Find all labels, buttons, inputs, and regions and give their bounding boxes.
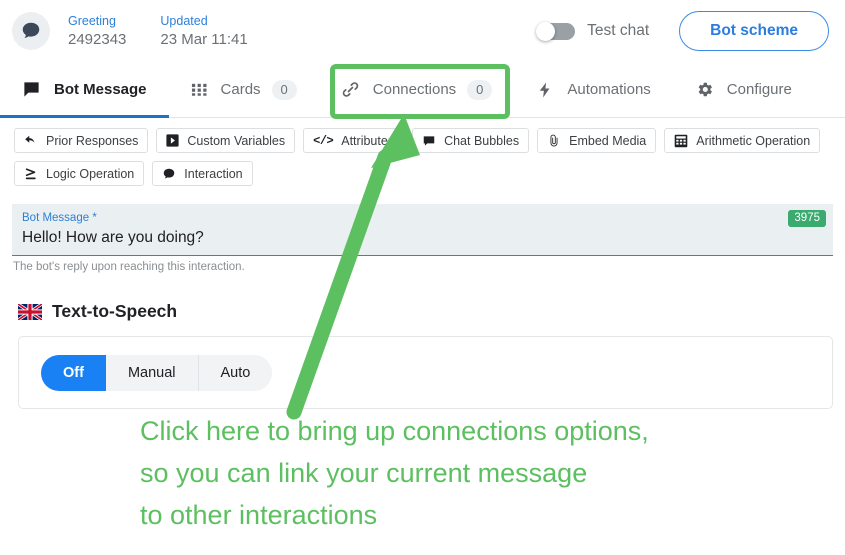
tab-configure-label: Configure xyxy=(726,81,792,98)
chip-arithmetic-operation[interactable]: Arithmetic Operation xyxy=(664,128,821,153)
annotation-line-1: Click here to bring up connections optio… xyxy=(140,416,649,446)
tts-option-off[interactable]: Off xyxy=(41,354,106,391)
meta-updated: Updated 23 Mar 11:41 xyxy=(160,13,247,50)
undo-arrow-icon xyxy=(24,134,38,148)
lightning-bolt-icon xyxy=(536,81,554,99)
chip-chat-bubbles[interactable]: Chat Bubbles xyxy=(412,128,530,153)
chip-embed-media-label: Embed Media xyxy=(569,133,647,148)
annotation-text: Click here to bring up connections optio… xyxy=(140,410,649,536)
chip-logic-operation[interactable]: Logic Operation xyxy=(14,161,145,186)
tab-connections-badge: 0 xyxy=(467,79,493,100)
tts-option-auto[interactable]: Auto xyxy=(198,354,273,391)
meta-updated-value: 23 Mar 11:41 xyxy=(160,30,248,48)
tab-automations-label: Automations xyxy=(567,81,651,98)
bot-message-input[interactable]: Hello! How are you doing? xyxy=(22,227,823,249)
uk-flag-icon xyxy=(18,303,42,320)
insert-toolbar: Prior Responses Custom Variables </> Att… xyxy=(0,118,840,186)
gear-icon xyxy=(695,80,714,99)
meta-greeting-label: Greeting xyxy=(68,13,116,28)
chat-bubble-icon xyxy=(22,80,41,99)
tab-cards-label: Cards xyxy=(220,81,261,98)
tab-bot-message[interactable]: Bot Message xyxy=(0,62,169,118)
tts-card: Off Manual Auto xyxy=(18,336,833,409)
chat-bubble-icon xyxy=(20,20,42,42)
tab-configure[interactable]: Configure xyxy=(673,62,814,117)
header-actions: Test chat Bot scheme xyxy=(536,11,829,51)
tab-automations[interactable]: Automations xyxy=(514,62,672,117)
play-box-icon xyxy=(166,134,179,147)
chip-prior-responses-label: Prior Responses xyxy=(46,133,139,148)
character-counter-badge: 3975 xyxy=(788,210,826,227)
tab-cards[interactable]: Cards 0 xyxy=(169,62,319,117)
tab-connections-label: Connections xyxy=(372,81,457,98)
meta-updated-label: Updated xyxy=(160,13,208,28)
paperclip-icon xyxy=(547,134,561,148)
code-brackets-icon: </> xyxy=(313,133,334,148)
chip-custom-variables[interactable]: Custom Variables xyxy=(156,128,296,153)
bot-scheme-button[interactable]: Bot scheme xyxy=(679,11,829,51)
meta-greeting-value: 2492343 xyxy=(68,30,127,48)
chip-chat-bubbles-label: Chat Bubbles xyxy=(444,133,520,148)
test-chat-toggle[interactable] xyxy=(536,21,576,41)
calculator-icon xyxy=(674,134,688,148)
chip-prior-responses[interactable]: Prior Responses xyxy=(14,128,149,153)
greater-equal-icon xyxy=(24,167,38,181)
tab-bot-message-label: Bot Message xyxy=(54,81,147,98)
chip-arithmetic-operation-label: Arithmetic Operation xyxy=(696,133,811,148)
chip-logic-operation-label: Logic Operation xyxy=(46,166,135,181)
bot-message-label: Bot Message * xyxy=(22,212,97,224)
header-meta-group: Greeting 2492343 Updated 23 Mar 11:41 xyxy=(68,13,282,50)
tab-bar: Bot Message Cards 0 Connections 0 Automa… xyxy=(0,62,845,118)
tts-option-manual[interactable]: Manual xyxy=(105,354,199,391)
app-header: Greeting 2492343 Updated 23 Mar 11:41 Te… xyxy=(0,0,845,62)
avatar xyxy=(12,12,50,50)
speech-bubble-icon xyxy=(162,167,176,181)
chip-attributes-label: Attributes xyxy=(341,133,395,148)
chat-bubble-icon xyxy=(422,134,436,148)
chip-attributes[interactable]: </> Attributes xyxy=(303,128,405,153)
chip-interaction[interactable]: Interaction xyxy=(152,161,253,186)
test-chat-label: Test chat xyxy=(587,22,650,39)
chip-custom-variables-label: Custom Variables xyxy=(187,133,286,148)
link-chain-icon xyxy=(341,80,360,99)
tts-mode-segmented-control: Off Manual Auto xyxy=(41,354,273,391)
annotation-line-3: to other interactions xyxy=(140,500,378,530)
tts-title-label: Text-to-Speech xyxy=(52,301,178,321)
tab-connections[interactable]: Connections 0 xyxy=(319,62,515,117)
bot-message-help-text: The bot's reply upon reaching this inter… xyxy=(13,261,245,273)
bot-message-field-wrap: Bot Message * Hello! How are you doing? … xyxy=(12,204,833,273)
meta-greeting: Greeting 2492343 xyxy=(68,13,126,50)
tts-section-title: Text-to-Speech xyxy=(18,301,845,322)
chip-interaction-label: Interaction xyxy=(184,166,243,181)
annotation-line-2: so you can link your current message xyxy=(140,458,588,488)
bot-message-field[interactable]: Bot Message * Hello! How are you doing? … xyxy=(12,204,833,256)
test-chat-toggle-group[interactable]: Test chat xyxy=(536,21,650,41)
grid-dots-icon xyxy=(191,81,208,98)
chip-embed-media[interactable]: Embed Media xyxy=(537,128,657,153)
toggle-knob xyxy=(536,21,556,41)
tab-cards-badge: 0 xyxy=(271,79,297,100)
